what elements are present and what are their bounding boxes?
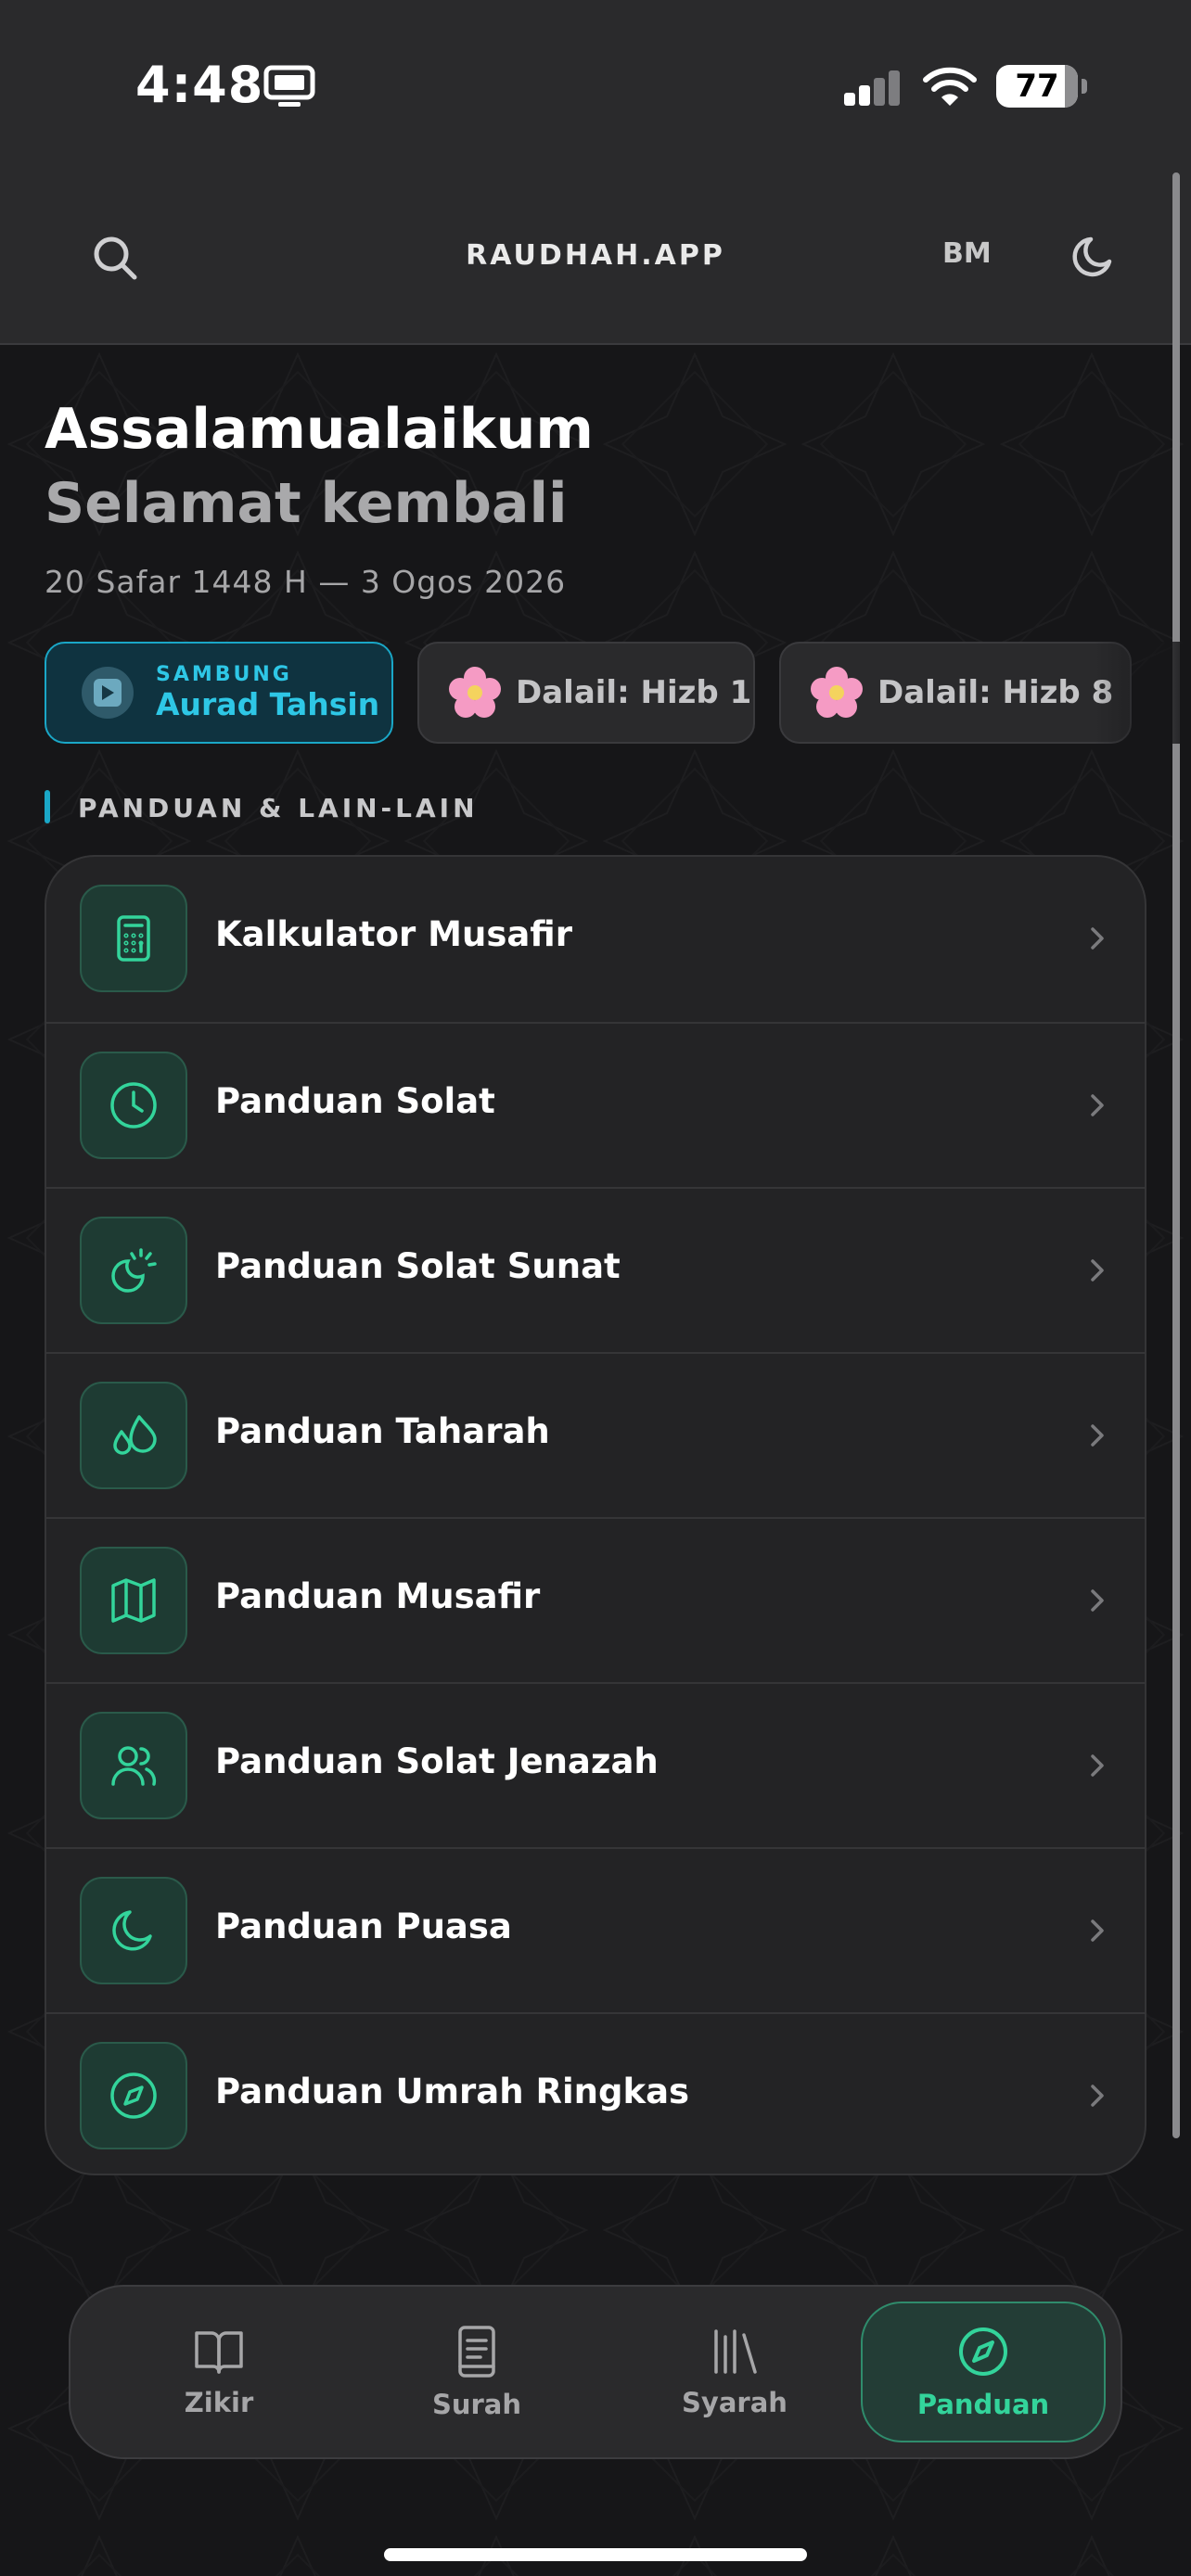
list-item-panduan-taharah[interactable]: Panduan Taharah	[46, 1352, 1145, 1517]
clock-icon	[80, 1052, 187, 1159]
chevron-right-icon	[1091, 1094, 1104, 1116]
dalail-chip-2-label: Dalail: Hizb 8	[877, 674, 1114, 711]
map-icon	[80, 1547, 187, 1654]
play-icon	[82, 667, 134, 719]
users-icon	[80, 1712, 187, 1819]
nav-syarah[interactable]: Syarah	[612, 2302, 857, 2442]
signal-icon	[844, 70, 900, 106]
list-item-panduan-solat-jenazah[interactable]: Panduan Solat Jenazah	[46, 1682, 1145, 1847]
bottom-nav: Zikir Surah Syarah Panduan	[69, 2285, 1122, 2459]
chevron-right-icon	[1091, 1919, 1104, 1942]
list-item-panduan-umrah-ringkas[interactable]: Panduan Umrah Ringkas	[46, 2012, 1145, 2174]
dalail-chip-1[interactable]: Dalail: Hizb 1	[417, 642, 755, 744]
calculator-icon	[80, 885, 187, 992]
nav-surah[interactable]: Surah	[354, 2302, 599, 2442]
continue-label: SAMBUNG	[156, 663, 292, 686]
dalail-chip-2[interactable]: Dalail: Hizb 8	[779, 642, 1132, 744]
app-header: 4:48 77 RAUDHAH.APP BM	[0, 0, 1191, 345]
list-item-label: Panduan Umrah Ringkas	[215, 2072, 690, 2111]
list-item-label: Panduan Solat Jenazah	[215, 1741, 659, 1781]
search-icon	[94, 236, 137, 280]
list-item-panduan-solat[interactable]: Panduan Solat	[46, 1022, 1145, 1187]
chevron-right-icon	[1091, 1754, 1104, 1777]
continue-reading-chip[interactable]: SAMBUNG Aurad Tahsin	[45, 642, 393, 744]
list-item-panduan-musafir[interactable]: Panduan Musafir	[46, 1517, 1145, 1682]
compass-icon	[80, 2042, 187, 2149]
nav-label: Surah	[431, 2389, 522, 2420]
book-open-icon	[195, 2331, 243, 2374]
chevron-right-icon	[1091, 2085, 1104, 2107]
library-icon	[714, 2329, 757, 2374]
chevron-right-icon	[1091, 1424, 1104, 1447]
list-item-panduan-solat-sunat[interactable]: Panduan Solat Sunat	[46, 1187, 1145, 1352]
continue-title: Aurad Tahsin	[156, 686, 380, 722]
flower-icon	[449, 667, 501, 718]
list-item-label: Panduan Solat Sunat	[215, 1246, 621, 1286]
battery-indicator: 77	[996, 65, 1087, 108]
chevron-right-icon	[1091, 927, 1104, 950]
chevron-right-icon	[1091, 1589, 1104, 1612]
scrollbar[interactable]	[1172, 172, 1180, 2138]
greeting-subtitle: Selamat kembali	[45, 471, 568, 536]
list-item-panduan-puasa[interactable]: Panduan Puasa	[46, 1847, 1145, 2012]
book-icon	[458, 2326, 495, 2378]
list-item-label: Panduan Solat	[215, 1081, 495, 1121]
status-time: 4:48	[135, 56, 264, 114]
moon-sun-icon	[80, 1217, 187, 1324]
nav-panduan[interactable]: Panduan	[861, 2302, 1106, 2442]
greeting-title: Assalamualaikum	[45, 397, 594, 462]
guides-list: Kalkulator Musafir Panduan Solat Panduan…	[45, 855, 1146, 2175]
home-indicator[interactable]	[384, 2548, 807, 2561]
list-item-label: Panduan Taharah	[215, 1411, 550, 1451]
list-item-label: Kalkulator Musafir	[215, 914, 572, 954]
language-toggle[interactable]: BM	[942, 237, 992, 270]
section-title: PANDUAN & LAIN-LAIN	[78, 793, 479, 823]
section-accent-bar	[45, 790, 50, 823]
droplets-icon	[80, 1382, 187, 1489]
nav-label: Panduan	[916, 2389, 1050, 2420]
wifi-icon	[923, 67, 977, 106]
flower-icon	[811, 667, 863, 718]
chevron-right-icon	[1091, 1259, 1104, 1282]
dalail-chip-1-label: Dalail: Hizb 1	[516, 674, 752, 711]
app-title: RAUDHAH.APP	[466, 239, 725, 272]
list-item-label: Panduan Musafir	[215, 1576, 541, 1616]
screen-mirroring-icon	[263, 65, 315, 107]
nav-zikir[interactable]: Zikir	[96, 2302, 341, 2442]
compass-icon	[959, 2327, 1007, 2376]
search-button[interactable]	[85, 228, 145, 287]
nav-label: Syarah	[682, 2387, 788, 2418]
hijri-gregorian-date: 20 Safar 1448 H — 3 Ogos 2026	[45, 564, 567, 600]
nav-label: Zikir	[184, 2387, 254, 2418]
moon-icon	[80, 1877, 187, 1984]
moon-icon[interactable]	[1069, 232, 1119, 282]
list-item-label: Panduan Puasa	[215, 1906, 512, 1946]
list-item-kalkulator-musafir[interactable]: Kalkulator Musafir	[46, 857, 1145, 1022]
